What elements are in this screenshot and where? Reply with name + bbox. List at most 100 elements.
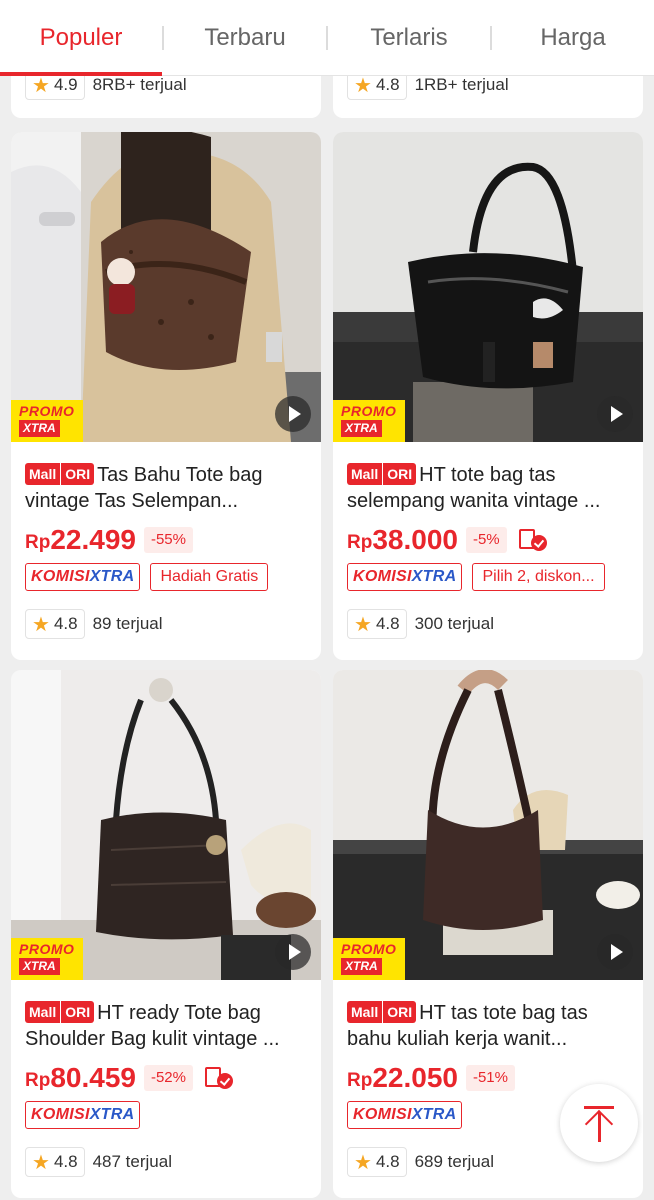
rating-value: 4.8: [375, 75, 400, 94]
xtra-label: XTRA: [341, 958, 382, 975]
sold-count: 487 terjual: [92, 1152, 172, 1171]
play-icon[interactable]: [597, 396, 633, 432]
xtra-text: XTRA: [411, 1106, 457, 1123]
rating-badge: ★ 4.8: [25, 609, 85, 639]
komisi-text: KOMISI: [31, 568, 90, 585]
ori-label: ORI: [61, 1001, 95, 1023]
rating-value: 4.8: [375, 614, 400, 633]
currency: Rp: [347, 1070, 373, 1091]
tab-terbaru[interactable]: Terbaru: [164, 0, 326, 76]
product-title: Mall ORI HT ready Tote bag Shoulder Bag ku…: [25, 1000, 309, 1052]
product-title: Mall ORI HT tote bag tas selempang wanita …: [347, 462, 631, 514]
sort-tabs: Populer Terbaru Terlaris Harga: [0, 0, 654, 76]
star-icon: ★: [32, 74, 50, 97]
ori-label: ORI: [61, 463, 95, 485]
promo-label: PROMO: [19, 941, 75, 957]
voucher-check-icon: [203, 1065, 235, 1091]
mall-label: Mall: [25, 463, 61, 485]
product-card[interactable]: PROMO XTRA Mall ORI HT ready Tote bag Shou…: [11, 670, 321, 1198]
promo-label: PROMO: [19, 403, 75, 419]
product-image: PROMO XTRA: [333, 670, 643, 980]
price: 80.459: [50, 1062, 136, 1093]
discount-badge: -52%: [143, 1065, 193, 1091]
price: 22.050: [372, 1062, 458, 1093]
product-image: PROMO XTRA: [11, 132, 321, 442]
back-to-top-button[interactable]: [560, 1084, 638, 1162]
mall-ori-badge: Mall ORI: [25, 463, 95, 485]
product-card[interactable]: PROMO XTRA Mall ORI Tas Bahu Tote bag vint…: [11, 132, 321, 660]
rating-badge: ★ 4.8: [347, 609, 407, 639]
xtra-label: XTRA: [341, 420, 382, 437]
rating-row: ★ 4.8 89 terjual: [25, 609, 163, 639]
currency: Rp: [25, 532, 51, 553]
xtra-text: XTRA: [89, 568, 135, 585]
star-icon: ★: [354, 613, 372, 636]
product-title: Mall ORI Tas Bahu Tote bag vintage Tas Sel…: [25, 462, 309, 514]
star-icon: ★: [32, 1151, 50, 1174]
price-row: Rp 38.000 -5%: [347, 522, 549, 558]
rating-value: 4.8: [53, 1152, 78, 1171]
price: 22.499: [50, 524, 136, 555]
mall-ori-badge: Mall ORI: [25, 1001, 95, 1023]
price: 38.000: [372, 524, 458, 555]
product-image: PROMO XTRA: [11, 670, 321, 980]
komisi-text: KOMISI: [31, 1106, 90, 1123]
xtra-text: XTRA: [89, 1106, 135, 1123]
play-icon[interactable]: [275, 934, 311, 970]
play-icon[interactable]: [275, 396, 311, 432]
komisi-xtra-badge: KOMISIXTRA: [347, 1101, 463, 1129]
arrow-up-icon: [584, 1106, 614, 1109]
product-title: Mall ORI HT tas tote bag tas bahu kuliah k…: [347, 1000, 631, 1052]
mall-ori-badge: Mall ORI: [347, 1001, 417, 1023]
badge-row: KOMISIXTRA: [347, 1101, 463, 1129]
promo-label: PROMO: [341, 941, 397, 957]
komisi-xtra-badge: KOMISIXTRA: [25, 1101, 141, 1129]
rating-value: 4.8: [53, 614, 78, 633]
product-image: PROMO XTRA: [333, 132, 643, 442]
product-card[interactable]: PROMO XTRA Mall ORI HT tote bag tas selemp…: [333, 132, 643, 660]
price-row: Rp 22.499 -55%: [25, 522, 193, 558]
sold-count: 89 terjual: [92, 614, 163, 633]
rating-badge: ★ 4.8: [347, 1147, 407, 1177]
sold-count: 1RB+ terjual: [414, 75, 509, 94]
badge-row: KOMISIXTRA Pilih 2, diskon...: [347, 563, 605, 591]
bundle-discount-badge: Pilih 2, diskon...: [472, 563, 605, 591]
tab-populer[interactable]: Populer: [0, 0, 162, 76]
price-row: Rp 80.459 -52%: [25, 1060, 235, 1096]
komisi-text: KOMISI: [353, 1106, 412, 1123]
promo-xtra-badge: PROMO XTRA: [333, 400, 405, 442]
currency: Rp: [25, 1070, 51, 1091]
komisi-xtra-badge: KOMISIXTRA: [347, 563, 463, 591]
xtra-label: XTRA: [19, 958, 60, 975]
ori-label: ORI: [383, 463, 417, 485]
play-icon[interactable]: [597, 934, 633, 970]
rating-row: ★ 4.8 689 terjual: [347, 1147, 494, 1177]
rating-badge: ★ 4.8: [25, 1147, 85, 1177]
sold-count: 8RB+ terjual: [92, 75, 187, 94]
promo-xtra-badge: PROMO XTRA: [11, 400, 83, 442]
gift-badge: Hadiah Gratis: [150, 563, 269, 591]
xtra-label: XTRA: [19, 420, 60, 437]
badge-row: KOMISIXTRA Hadiah Gratis: [25, 563, 269, 591]
mall-ori-badge: Mall ORI: [347, 463, 417, 485]
rating-value: 4.8: [375, 1152, 400, 1171]
voucher-check-icon: [517, 527, 549, 553]
discount-badge: -51%: [465, 1065, 515, 1091]
rating-row: ★ 4.8 300 terjual: [347, 609, 494, 639]
star-icon: ★: [354, 1151, 372, 1174]
komisi-text: KOMISI: [353, 568, 412, 585]
promo-xtra-badge: PROMO XTRA: [333, 938, 405, 980]
sold-count: 689 terjual: [414, 1152, 494, 1171]
komisi-xtra-badge: KOMISIXTRA: [25, 563, 141, 591]
discount-badge: -55%: [143, 527, 193, 553]
promo-label: PROMO: [341, 403, 397, 419]
mall-label: Mall: [347, 463, 383, 485]
mall-label: Mall: [347, 1001, 383, 1023]
price-row: Rp 22.050 -51%: [347, 1060, 515, 1096]
ori-label: ORI: [383, 1001, 417, 1023]
promo-xtra-badge: PROMO XTRA: [11, 938, 83, 980]
xtra-text: XTRA: [411, 568, 457, 585]
rating-value: 4.9: [53, 75, 78, 94]
tab-terlaris[interactable]: Terlaris: [328, 0, 490, 76]
tab-harga[interactable]: Harga: [492, 0, 654, 76]
